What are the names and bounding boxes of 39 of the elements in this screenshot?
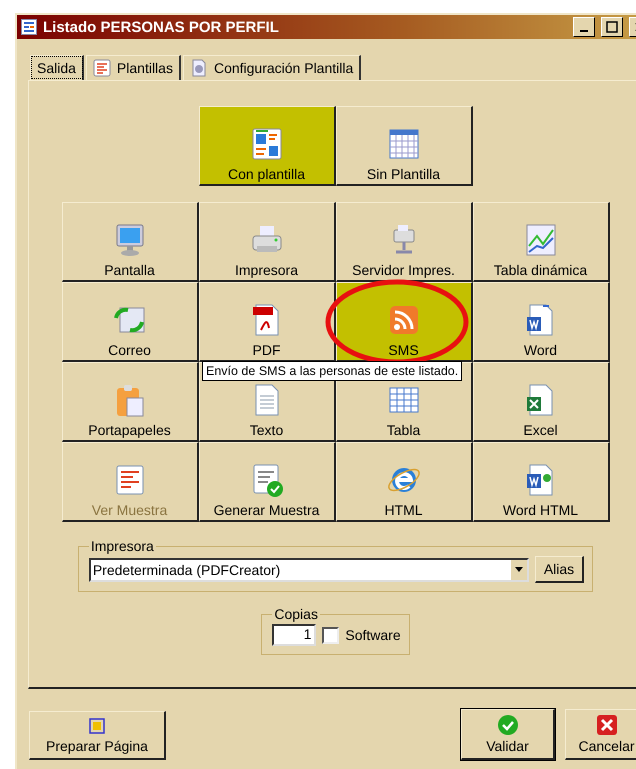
printer-dropdown[interactable]: Predeterminada (PDFCreator) xyxy=(88,558,529,582)
minimize-button[interactable] xyxy=(573,17,595,37)
mode-button[interactable]: Con plantilla xyxy=(198,106,336,186)
output-option[interactable]: Word xyxy=(472,282,610,362)
mode-button[interactable]: Sin Plantilla xyxy=(336,106,472,186)
output-option[interactable]: Word HTML xyxy=(472,442,610,522)
output-option[interactable]: Generar Muestra xyxy=(198,442,336,522)
page-setup-button[interactable]: Preparar Página xyxy=(29,711,166,760)
output-option[interactable]: Excel xyxy=(472,362,610,442)
tab[interactable]: Salida xyxy=(30,55,84,80)
group-label: Impresora xyxy=(90,538,155,554)
output-option[interactable]: PDF xyxy=(198,282,336,362)
checkbox-label: Software xyxy=(345,627,401,643)
window-icon xyxy=(21,19,37,35)
output-option[interactable]: Impresora xyxy=(198,202,336,282)
alias-button[interactable]: Alias xyxy=(534,556,584,583)
caret-icon xyxy=(514,567,523,572)
minimize-icon xyxy=(580,30,588,32)
output-option[interactable]: Pantalla xyxy=(62,202,198,282)
maximize-button[interactable] xyxy=(601,17,623,37)
output-option[interactable]: Portapapeles xyxy=(62,362,198,442)
group-label: Copias xyxy=(273,606,319,622)
software-checkbox[interactable] xyxy=(322,626,340,644)
window-title: Listado PERSONAS POR PERFIL xyxy=(43,18,280,36)
maximize-icon xyxy=(606,21,618,33)
tab[interactable]: Plantillas xyxy=(86,55,181,80)
output-option[interactable]: Servidor Impres. xyxy=(336,202,472,282)
tooltip: Envío de SMS a las personas de este listado. xyxy=(202,361,462,381)
list-icon xyxy=(92,59,111,77)
check-icon xyxy=(496,714,518,736)
tab[interactable]: Configuración Plantilla xyxy=(182,55,362,80)
cancel-button[interactable]: Cancelar xyxy=(565,709,636,760)
page-frame-icon xyxy=(87,716,107,736)
validate-button[interactable]: Validar xyxy=(461,709,555,760)
output-option[interactable]: HTML xyxy=(336,442,472,522)
output-option[interactable]: Tabla dinámica xyxy=(472,202,610,282)
close-icon xyxy=(596,714,618,736)
copies-input[interactable]: 1 xyxy=(272,624,316,646)
output-option[interactable]: Correo xyxy=(62,282,198,362)
